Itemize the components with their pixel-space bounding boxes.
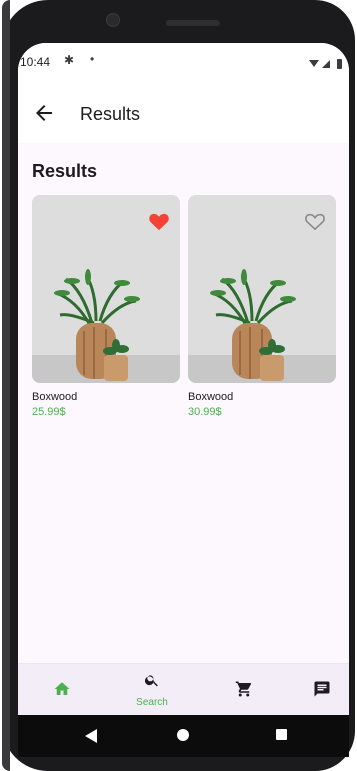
nav-item-cart[interactable] — [214, 664, 274, 715]
app-screen: 10:44 ✱ • Results Results Boxwood 25.99$… — [18, 43, 349, 715]
status-time: 10:44 — [20, 55, 51, 69]
system-recents-icon[interactable] — [276, 729, 287, 740]
product-price: 25.99$ — [32, 406, 66, 418]
system-back-icon[interactable] — [84, 728, 98, 744]
app-bar-title: Results — [80, 104, 141, 124]
favorite-heart-icon[interactable] — [148, 211, 170, 231]
app-bar: Results — [18, 83, 349, 143]
phone-edge — [2, 0, 10, 771]
settings-icon: ✱ — [64, 53, 75, 67]
status-icons — [309, 56, 345, 74]
nav-search-label: Search — [136, 697, 168, 708]
product-name: Boxwood — [188, 391, 234, 403]
front-camera — [106, 13, 120, 27]
section-title: Results — [32, 161, 98, 181]
product-card[interactable]: Boxwood 30.99$ — [188, 195, 336, 419]
product-image — [188, 195, 336, 383]
search-icon — [144, 675, 158, 687]
product-image — [32, 195, 180, 383]
earpiece-speaker — [166, 20, 220, 26]
bottom-navigation: Search — [18, 663, 349, 715]
back-arrow-icon[interactable] — [32, 101, 56, 125]
product-card[interactable]: Boxwood 25.99$ — [32, 195, 180, 419]
home-icon — [54, 682, 70, 695]
nav-item-search[interactable]: Search — [122, 664, 182, 715]
product-name: Boxwood — [32, 391, 78, 403]
system-navigation-bar — [18, 715, 349, 757]
cart-icon — [235, 681, 252, 697]
nav-item-chat[interactable] — [292, 664, 349, 715]
notification-dot-icon: • — [90, 52, 95, 66]
favorite-heart-outline-icon[interactable] — [304, 211, 326, 231]
chat-icon — [314, 681, 330, 697]
system-home-icon[interactable] — [177, 729, 189, 741]
nav-item-home[interactable] — [32, 664, 92, 715]
status-bar: 10:44 ✱ • — [18, 43, 349, 83]
product-price: 30.99$ — [188, 406, 222, 418]
wifi-signal-battery-icon — [309, 59, 342, 69]
